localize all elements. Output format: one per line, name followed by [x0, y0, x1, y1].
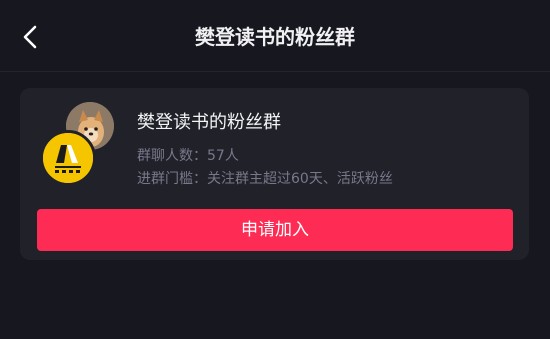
member-count-label: 群聊人数：: [137, 148, 207, 164]
join-threshold-label: 进群门槛：: [137, 171, 207, 187]
fandeng-logo-icon: [43, 133, 93, 183]
group-avatar: [40, 130, 96, 186]
member-count: 群聊人数：57人: [137, 146, 239, 166]
join-threshold-value: 关注群主超过60天、活跃粉丝: [207, 171, 393, 187]
join-threshold: 进群门槛：关注群主超过60天、活跃粉丝: [137, 169, 393, 189]
apply-join-button[interactable]: 申请加入: [37, 209, 513, 251]
page-title: 樊登读书的粉丝群: [195, 25, 355, 49]
member-count-value: 57人: [207, 148, 239, 164]
group-card: 樊登读书的粉丝群 群聊人数：57人 进群门槛：关注群主超过60天、活跃粉丝 申请…: [20, 88, 529, 260]
group-name: 樊登读书的粉丝群: [137, 112, 281, 133]
top-nav-bar: 樊登读书的粉丝群: [0, 0, 550, 72]
